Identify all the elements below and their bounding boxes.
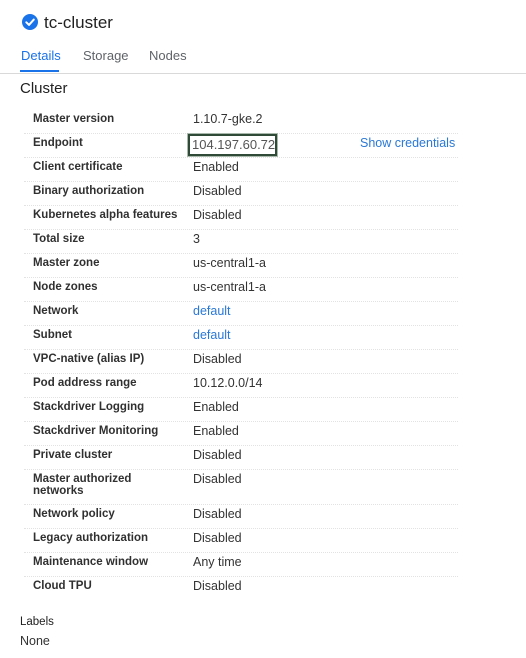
row-node-zones: Node zones us-central1-a xyxy=(24,277,458,302)
row-subnet: Subnet default xyxy=(24,325,458,350)
row-network: Network default xyxy=(24,301,458,326)
row-value: Any time xyxy=(193,555,242,569)
row-value: Enabled xyxy=(193,160,239,174)
row-label: Binary authorization xyxy=(33,185,145,197)
row-label: Kubernetes alpha features xyxy=(33,209,178,221)
row-value: 10.12.0.0/14 xyxy=(193,376,263,390)
row-value: Disabled xyxy=(193,352,242,366)
endpoint-value-box[interactable]: 104.197.60.72 xyxy=(188,134,277,156)
row-label: Subnet xyxy=(33,329,72,341)
network-link[interactable]: default xyxy=(193,304,231,318)
row-label: Stackdriver Monitoring xyxy=(33,425,159,437)
row-value: us-central1-a xyxy=(193,280,266,294)
row-network-policy: Network policy Disabled xyxy=(24,504,458,529)
row-label: VPC-native (alias IP) xyxy=(33,353,145,365)
subnet-link[interactable]: default xyxy=(193,328,231,342)
row-value: Disabled xyxy=(193,184,242,198)
tab-details[interactable]: Details xyxy=(21,48,61,63)
row-value: 1.10.7-gke.2 xyxy=(193,112,263,126)
row-label: Endpoint xyxy=(33,137,83,149)
row-total-size: Total size 3 xyxy=(24,229,458,254)
row-value: Disabled xyxy=(193,208,242,222)
row-value: Disabled xyxy=(193,507,242,521)
row-value: Enabled xyxy=(193,424,239,438)
row-value: Disabled xyxy=(193,531,242,545)
row-value: us-central1-a xyxy=(193,256,266,270)
tab-bar: Details Storage Nodes xyxy=(0,44,526,74)
row-value: Disabled xyxy=(193,579,242,593)
active-tab-indicator xyxy=(20,70,59,72)
row-label: Maintenance window xyxy=(33,556,149,568)
labels-heading: Labels xyxy=(20,616,54,628)
row-value: Disabled xyxy=(193,448,242,462)
check-circle-icon xyxy=(22,14,38,30)
row-label: Network policy xyxy=(33,508,115,520)
labels-value: None xyxy=(20,634,50,648)
row-binary-authorization: Binary authorization Disabled xyxy=(24,181,458,206)
tab-storage[interactable]: Storage xyxy=(83,48,129,63)
row-private-cluster: Private cluster Disabled xyxy=(24,445,458,470)
row-label: Network xyxy=(33,305,79,317)
page-title: tc-cluster xyxy=(44,13,113,32)
row-kubernetes-alpha: Kubernetes alpha features Disabled xyxy=(24,205,458,230)
row-master-version: Master version 1.10.7-gke.2 xyxy=(24,109,458,134)
row-label: Master zone xyxy=(33,257,100,269)
row-label: Cloud TPU xyxy=(33,580,92,592)
row-endpoint: Endpoint 104.197.60.72 Show credentials xyxy=(24,133,458,158)
page-header: tc-cluster xyxy=(0,0,526,44)
row-stackdriver-logging: Stackdriver Logging Enabled xyxy=(24,397,458,422)
section-title: Cluster xyxy=(20,80,68,97)
row-label: Client certificate xyxy=(33,161,123,173)
row-client-certificate: Client certificate Enabled xyxy=(24,157,458,182)
row-cloud-tpu: Cloud TPU Disabled xyxy=(24,576,458,600)
row-label: Legacy authorization xyxy=(33,532,149,544)
row-stackdriver-monitoring: Stackdriver Monitoring Enabled xyxy=(24,421,458,446)
row-value: 3 xyxy=(193,232,200,246)
row-legacy-authorization: Legacy authorization Disabled xyxy=(24,528,458,553)
row-label: Pod address range xyxy=(33,377,137,389)
row-master-authorized-networks: Master authorized networks Disabled xyxy=(24,469,458,505)
tab-nodes[interactable]: Nodes xyxy=(149,48,187,63)
row-label: Node zones xyxy=(33,281,98,293)
row-maintenance-window: Maintenance window Any time xyxy=(24,552,458,577)
row-master-zone: Master zone us-central1-a xyxy=(24,253,458,278)
row-vpc-native: VPC-native (alias IP) Disabled xyxy=(24,349,458,374)
row-label: Master version xyxy=(33,113,115,125)
row-label: Total size xyxy=(33,233,85,245)
row-value: Enabled xyxy=(193,400,239,414)
endpoint-value[interactable]: 104.197.60.72 xyxy=(192,137,275,152)
row-label: Private cluster xyxy=(33,449,113,461)
row-pod-address-range: Pod address range 10.12.0.0/14 xyxy=(24,373,458,398)
show-credentials-link[interactable]: Show credentials xyxy=(360,136,455,150)
row-value: Disabled xyxy=(193,472,242,486)
row-label: Master authorized networks xyxy=(33,473,132,497)
row-label: Stackdriver Logging xyxy=(33,401,145,413)
